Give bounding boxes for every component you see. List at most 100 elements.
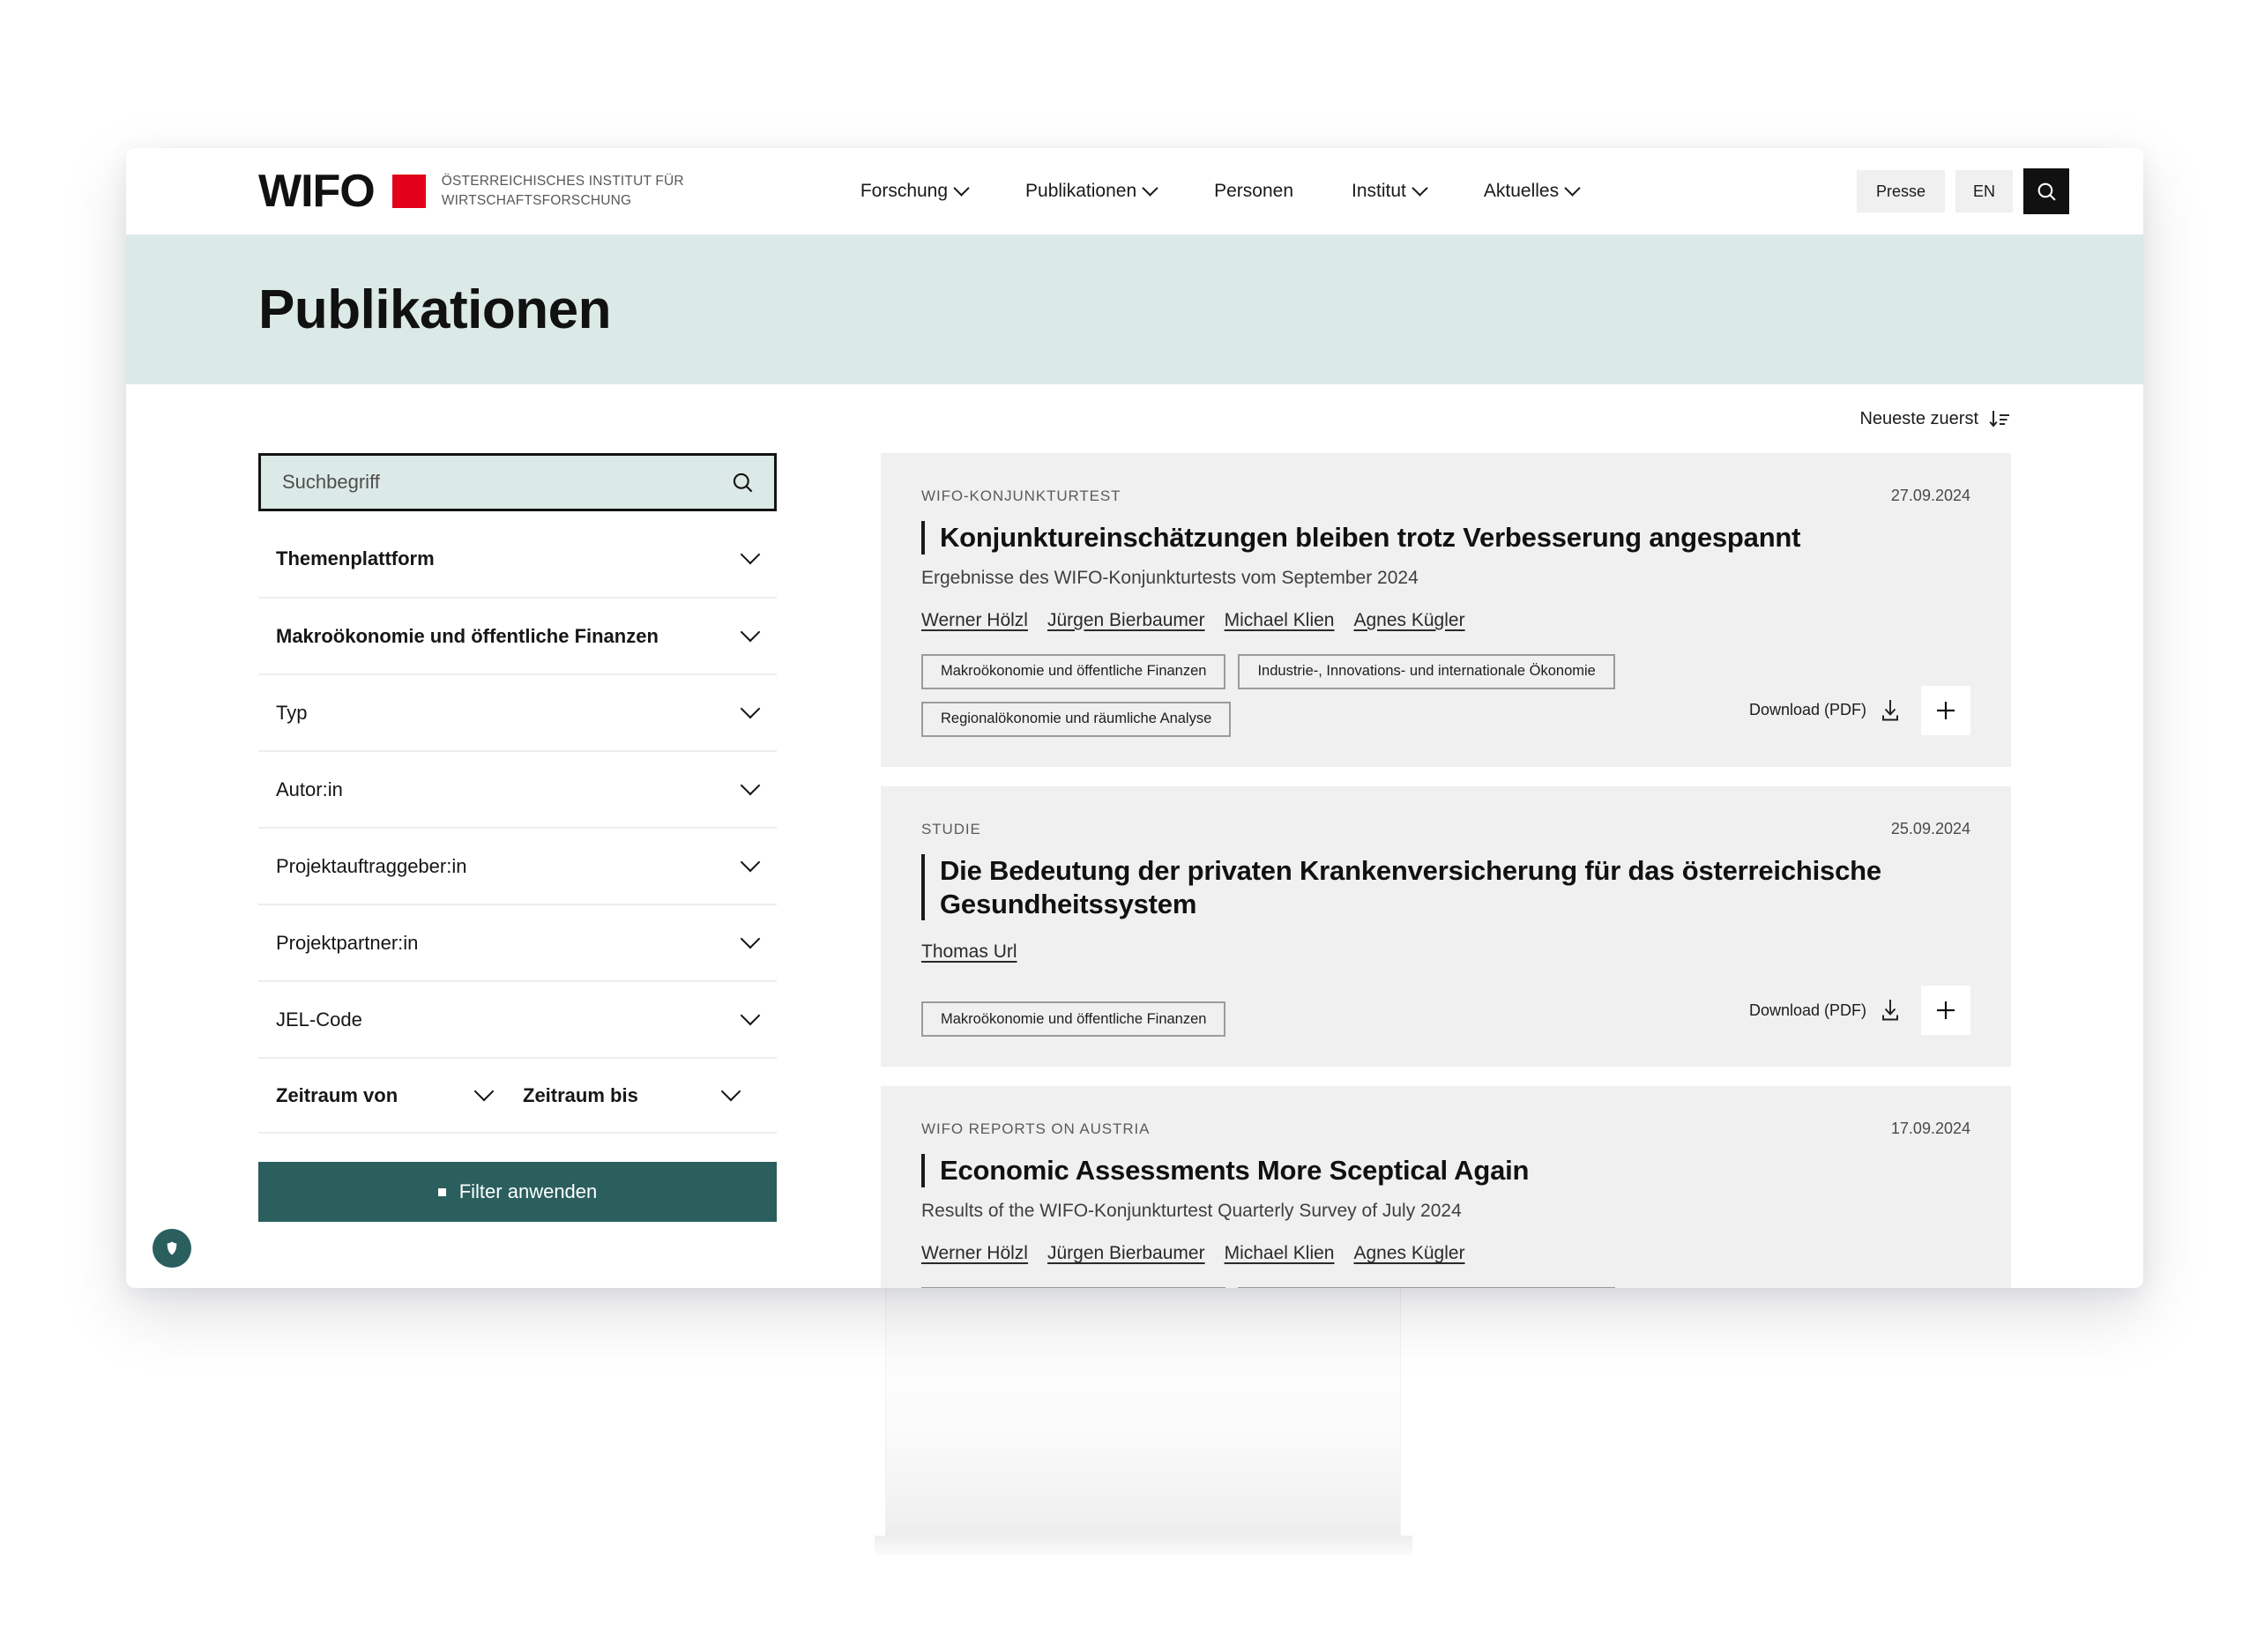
nav-item-aktuelles[interactable]: Aktuelles: [1483, 179, 1581, 202]
publication-title[interactable]: Economic Assessments More Sceptical Agai…: [940, 1154, 1529, 1187]
bullet-square-icon: [437, 1187, 446, 1196]
privacy-settings-badge[interactable]: [153, 1229, 191, 1268]
publication-card[interactable]: WIFO-Konjunkturtest 27.09.2024 Konjunktu…: [881, 453, 2011, 767]
topic-tag[interactable]: Makroökonomie und öffentliche Finanzen: [921, 1287, 1226, 1288]
author-link[interactable]: Agnes Kügler: [1353, 1243, 1464, 1264]
publication-title[interactable]: Konjunktureinschätzungen bleiben trotz V…: [940, 521, 1800, 554]
author-link[interactable]: Agnes Kügler: [1353, 610, 1464, 631]
publication-card[interactable]: WIFO Reports on Austria 17.09.2024 Econo…: [881, 1086, 2011, 1288]
author-link[interactable]: Jürgen Bierbaumer: [1047, 1243, 1205, 1264]
presse-button[interactable]: Presse: [1856, 170, 1945, 212]
language-toggle-en[interactable]: EN: [1955, 170, 2013, 212]
author-link[interactable]: Michael Klien: [1225, 1243, 1335, 1264]
chevron-down-icon: [740, 544, 761, 564]
nav-item-personen[interactable]: Personen: [1214, 181, 1293, 202]
publication-card[interactable]: Studie 25.09.2024 Die Bedeutung der priv…: [881, 785, 2011, 1068]
nav-item-forschung[interactable]: Forschung: [860, 179, 970, 202]
nav-item-institut[interactable]: Institut: [1352, 179, 1428, 202]
nav-label: Aktuelles: [1483, 181, 1560, 201]
download-label: Download (PDF): [1748, 701, 1866, 719]
title-accent-bar: [921, 853, 925, 921]
page-title: Publikationen: [258, 279, 611, 340]
date-range-to[interactable]: Zeitraum bis: [523, 1081, 770, 1107]
publication-meta-row: WIFO-Konjunkturtest 27.09.2024: [921, 487, 1970, 505]
filter-item-projektauftraggeber[interactable]: Projektauftraggeber:in: [258, 827, 777, 904]
author-link[interactable]: Michael Klien: [1225, 610, 1335, 631]
nav-label: Personen: [1214, 181, 1294, 201]
plus-icon: [1937, 701, 1955, 719]
chevron-down-icon: [740, 928, 761, 949]
filter-label: Makroökonomie und öffentliche Finanzen: [276, 624, 659, 647]
search-icon[interactable]: [731, 471, 755, 495]
title-accent-bar: [921, 521, 925, 554]
sort-glyph: [1989, 411, 2009, 428]
publication-authors: Werner Hölzl Jürgen Bierbaumer Michael K…: [921, 610, 1970, 631]
chevron-down-icon: [1412, 179, 1428, 197]
topic-tag[interactable]: Makroökonomie und öffentliche Finanzen: [921, 1001, 1226, 1038]
author-link[interactable]: Thomas Url: [921, 941, 1017, 963]
topic-tag[interactable]: Industrie-, Innovations- und internation…: [1238, 653, 1615, 689]
date-range-from[interactable]: Zeitraum von: [276, 1081, 523, 1107]
expand-publication-button[interactable]: [1921, 685, 1970, 735]
publication-subtitle: Results of the WIFO-Konjunkturtest Quart…: [921, 1201, 1462, 1222]
sort-label: Neueste zuerst: [1859, 408, 1978, 428]
download-arrow-icon: [1882, 699, 1898, 721]
chevron-down-icon: [740, 621, 761, 642]
apply-filter-label: Filter anwenden: [458, 1180, 598, 1202]
monitor-mockup-scene: WIFO Österreichisches Institut für Wirts…: [0, 0, 2257, 1652]
publication-kicker: WIFO-Konjunkturtest: [921, 487, 1121, 504]
publication-title-wrap: Konjunktureinschätzungen bleiben trotz V…: [921, 521, 1970, 554]
logo-red-square: [391, 175, 426, 208]
monitor-stand-base: [875, 1536, 1412, 1555]
filter-item-typ[interactable]: Typ: [258, 673, 777, 750]
publication-title[interactable]: Die Bedeutung der privaten Krankenversic…: [940, 854, 1970, 921]
filter-item-jel-code[interactable]: JEL-Code: [258, 980, 777, 1057]
filter-label: Themenplattform: [276, 547, 435, 569]
filter-item-autor[interactable]: Autor:in: [258, 750, 777, 827]
filter-list: Themenplattform Makroökonomie und öffent…: [258, 520, 777, 1057]
wordmark-text: WIFO: [258, 166, 376, 217]
page-hero: Publikationen: [126, 234, 2143, 384]
topic-tag[interactable]: Makroökonomie und öffentliche Finanzen: [921, 653, 1226, 689]
download-pdf-button[interactable]: Download (PDF): [1749, 698, 1902, 723]
search-input[interactable]: [282, 471, 731, 494]
author-link[interactable]: Werner Hölzl: [921, 1243, 1028, 1264]
header-actions: Presse EN: [1856, 168, 2069, 214]
search-field[interactable]: [258, 453, 777, 511]
publication-date: 25.09.2024: [1890, 819, 1970, 837]
site-header: WIFO Österreichisches Institut für Wirts…: [126, 148, 2143, 234]
sort-descending-icon[interactable]: [1988, 408, 2011, 429]
chevron-down-icon: [953, 179, 970, 197]
topic-tag[interactable]: Industrie-, Innovations- und internation…: [1238, 1287, 1615, 1288]
publication-title-wrap: Economic Assessments More Sceptical Agai…: [921, 1154, 1970, 1188]
publication-footer: Makroökonomie und öffentliche Finanzen I…: [921, 653, 1970, 737]
download-arrow-icon: [1882, 1000, 1898, 1021]
filter-label: Projektauftraggeber:in: [276, 854, 467, 877]
publication-kicker: WIFO Reports on Austria: [921, 1120, 1151, 1138]
publication-actions: Download (PDF): [1749, 986, 1970, 1037]
logo-subtitle: Österreichisches Institut für Wirtschaft…: [441, 173, 684, 208]
header-search-button[interactable]: [2023, 168, 2069, 214]
nav-label: Publikationen: [1025, 181, 1137, 201]
chevron-down-icon: [473, 1081, 495, 1101]
nav-item-publikationen[interactable]: Publikationen: [1025, 179, 1158, 202]
nav-label: Forschung: [860, 181, 949, 201]
download-label: Download (PDF): [1748, 1001, 1866, 1019]
chevron-down-icon: [1564, 179, 1581, 197]
apply-filter-button[interactable]: Filter anwenden: [258, 1162, 777, 1222]
topic-tag[interactable]: Regionalökonomie und räumliche Analyse: [921, 701, 1232, 737]
author-link[interactable]: Jürgen Bierbaumer: [1047, 610, 1205, 631]
expand-publication-button[interactable]: [1921, 986, 1970, 1036]
filter-label: Projektpartner:in: [276, 931, 419, 954]
filter-item-themenplattform[interactable]: Themenplattform: [258, 520, 777, 597]
publication-subtitle: Ergebnisse des WIFO-Konjunkturtests vom …: [921, 567, 1419, 588]
filter-item-projektpartner[interactable]: Projektpartner:in: [258, 904, 777, 980]
filter-label: Typ: [276, 701, 308, 724]
wifo-logo[interactable]: WIFO Österreichisches Institut für Wirts…: [258, 168, 684, 214]
author-link[interactable]: Werner Hölzl: [921, 610, 1028, 631]
download-pdf-button[interactable]: Download (PDF): [1749, 998, 1902, 1023]
chevron-down-icon: [740, 698, 761, 718]
filter-item-makrooekonomie[interactable]: Makroökonomie und öffentliche Finanzen: [258, 597, 777, 673]
publication-date: 17.09.2024: [1890, 1120, 1970, 1138]
shield-icon: [167, 1241, 177, 1255]
